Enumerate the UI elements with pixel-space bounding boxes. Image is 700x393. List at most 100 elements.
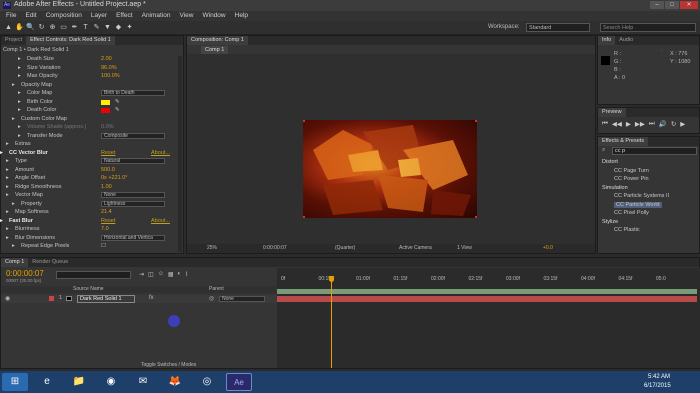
- effect-row[interactable]: ▸ Death Size 2.00: [1, 56, 183, 63]
- minimize-button[interactable]: –: [650, 1, 664, 9]
- twirl-icon[interactable]: ▸: [18, 65, 21, 72]
- twirl-icon[interactable]: ▸: [18, 124, 21, 131]
- handle-br[interactable]: [475, 216, 477, 218]
- about-link[interactable]: About...: [151, 218, 170, 225]
- effect-row[interactable]: ▸ Angle Offset 0x +221.0°: [1, 175, 183, 182]
- twirl-icon[interactable]: ▸: [12, 82, 15, 89]
- tab-info[interactable]: Info: [598, 36, 616, 45]
- tab-preview[interactable]: Preview: [598, 108, 626, 117]
- close-button[interactable]: ✕: [680, 1, 698, 9]
- effect-row-select[interactable]: Composite: [101, 132, 165, 139]
- effect-row-select[interactable]: Lightness: [101, 200, 165, 207]
- effect-row-value[interactable]: 0.0%: [101, 124, 114, 131]
- effect-row[interactable]: ▸ Type Natural: [1, 158, 183, 165]
- effect-item[interactable]: CC Pixel Polly: [614, 210, 649, 216]
- eye-icon[interactable]: ◉: [5, 295, 10, 302]
- effect-row-value[interactable]: 21.4: [101, 209, 112, 216]
- effect-row[interactable]: ▸ Blur Dimensions Horizontal and Vertica: [1, 234, 183, 242]
- ie-icon[interactable]: e: [34, 373, 60, 391]
- effect-row[interactable]: ▸ Custom Color Map: [1, 116, 183, 123]
- tab-effect-controls[interactable]: Effect Controls: Dark Red Solid 1: [26, 36, 115, 45]
- timeline-search-input[interactable]: [56, 271, 131, 279]
- effect-row[interactable]: ▸ Volume Shade (approx.) 0.0%: [1, 124, 183, 131]
- menu-composition[interactable]: Composition: [46, 11, 82, 21]
- camera-tool-icon[interactable]: ⊕: [48, 23, 57, 32]
- effect-row[interactable]: ▸ Vector Map None: [1, 192, 183, 199]
- effect-row-value[interactable]: 500.0: [101, 167, 115, 174]
- effect-category[interactable]: Simulation: [602, 185, 628, 191]
- effect-row-value[interactable]: 0x +221.0°: [101, 175, 128, 182]
- quicktime-icon[interactable]: ◎: [194, 373, 220, 391]
- chrome-icon[interactable]: ◉: [98, 373, 124, 391]
- effect-row-select[interactable]: Horizontal and Vertica: [101, 234, 165, 241]
- effect-row[interactable]: ▸ Amount 500.0: [1, 167, 183, 174]
- work-area-bar[interactable]: [277, 289, 697, 294]
- effect-row[interactable]: ▸ Blurriness 7.0: [1, 226, 183, 233]
- resolution-select[interactable]: (Quarter): [335, 244, 355, 253]
- twirl-icon[interactable]: ▸: [18, 99, 21, 106]
- ram-preview-icon[interactable]: ▶: [680, 120, 685, 128]
- effect-item[interactable]: CC Page Turn: [614, 168, 649, 174]
- effect-row[interactable]: ▸ Extras: [1, 141, 183, 148]
- effects-search-input[interactable]: cc p: [612, 147, 697, 155]
- twirl-icon[interactable]: ▸: [6, 175, 9, 182]
- twirl-icon[interactable]: ▸: [6, 235, 9, 242]
- eyedropper-icon[interactable]: ✎: [115, 107, 120, 114]
- tab-audio[interactable]: Audio: [615, 36, 637, 45]
- twirl-icon[interactable]: ▸: [18, 133, 21, 140]
- pen-tool-icon[interactable]: ✒: [70, 23, 79, 32]
- audio-icon[interactable]: 🔊: [659, 120, 667, 128]
- effect-row[interactable]: ▸ Size Variation 96.0%: [1, 65, 183, 72]
- draft-3d-icon[interactable]: ◫: [148, 271, 154, 280]
- twirl-icon[interactable]: ▸: [6, 209, 9, 216]
- prev-frame-icon[interactable]: ◀◀: [612, 120, 622, 128]
- pickwhip-icon[interactable]: ◎: [209, 295, 214, 302]
- menu-animation[interactable]: Animation: [142, 11, 171, 21]
- first-frame-icon[interactable]: ⏮: [602, 120, 608, 128]
- effect-row-select[interactable]: None: [101, 192, 165, 198]
- comp-subtab[interactable]: Comp 1: [201, 46, 229, 54]
- search-help-input[interactable]: Search Help: [600, 23, 696, 32]
- twirl-icon[interactable]: ▸: [0, 150, 3, 157]
- effect-row[interactable]: ▸ Fast Blur Reset About...: [0, 218, 183, 225]
- effect-row-select[interactable]: Natural: [101, 158, 165, 164]
- handle-bl[interactable]: [303, 216, 305, 218]
- shy-icon[interactable]: ☺: [158, 271, 164, 280]
- tab-comp-1[interactable]: Comp 1: [1, 258, 29, 267]
- tab-render-queue[interactable]: Render Queue: [28, 258, 72, 267]
- menu-file[interactable]: File: [6, 11, 16, 21]
- effect-item[interactable]: CC Particle Systems II: [614, 193, 669, 199]
- explorer-icon[interactable]: 📁: [66, 373, 92, 391]
- menu-edit[interactable]: Edit: [25, 11, 36, 21]
- effect-row[interactable]: ▸ Property Lightness: [1, 200, 183, 208]
- tab-project[interactable]: Project: [1, 36, 26, 45]
- twirl-icon[interactable]: ▸: [12, 243, 15, 250]
- mail-icon[interactable]: ✉: [130, 373, 156, 391]
- last-frame-icon[interactable]: ⏭: [649, 120, 655, 128]
- views-select[interactable]: 1 View: [457, 244, 472, 253]
- twirl-icon[interactable]: ▸: [0, 218, 3, 225]
- comp-mini-flowchart-icon[interactable]: ⇥: [139, 271, 144, 280]
- effect-category[interactable]: Distort: [602, 159, 618, 165]
- twirl-icon[interactable]: ▸: [18, 90, 21, 97]
- effect-row[interactable]: ▸ Death Color ✎: [1, 107, 183, 114]
- effect-row[interactable]: ▸ Color Map Birth to Death: [1, 90, 183, 97]
- frame-blend-icon[interactable]: ▦: [168, 271, 174, 280]
- particle-render-image[interactable]: [303, 120, 477, 218]
- zoom-tool-icon[interactable]: 🔍: [26, 23, 35, 32]
- timeline-track-area[interactable]: 0f 00:15f 01:00f 01:15f 02:00f 02:15f 03:00f 03…: [277, 268, 700, 368]
- twirl-icon[interactable]: ▸: [18, 56, 21, 63]
- parent-select[interactable]: None: [219, 296, 265, 302]
- hand-tool-icon[interactable]: ✋: [15, 23, 24, 32]
- toggle-switches-modes-button[interactable]: Toggle Switches / Modes: [141, 362, 196, 368]
- selection-tool-icon[interactable]: ▲: [4, 23, 13, 32]
- effect-item[interactable]: CC Particle World: [614, 201, 662, 208]
- rotate-tool-icon[interactable]: ↻: [37, 23, 46, 32]
- timeline-timecode[interactable]: 0:00:00:07: [6, 269, 44, 278]
- time-ruler[interactable]: 0f 00:15f 01:00f 01:15f 02:00f 02:15f 03:00f 03…: [277, 276, 700, 286]
- layer-name[interactable]: Dark Red Solid 1: [77, 295, 135, 303]
- checkbox[interactable]: ☐: [101, 243, 106, 250]
- effect-row[interactable]: ▸ Birth Color ✎: [1, 99, 183, 106]
- effect-row[interactable]: ▸ Opacity Map: [1, 82, 183, 89]
- layer-row[interactable]: ◉ 1 Dark Red Solid 1 fx ◎ None: [1, 295, 277, 303]
